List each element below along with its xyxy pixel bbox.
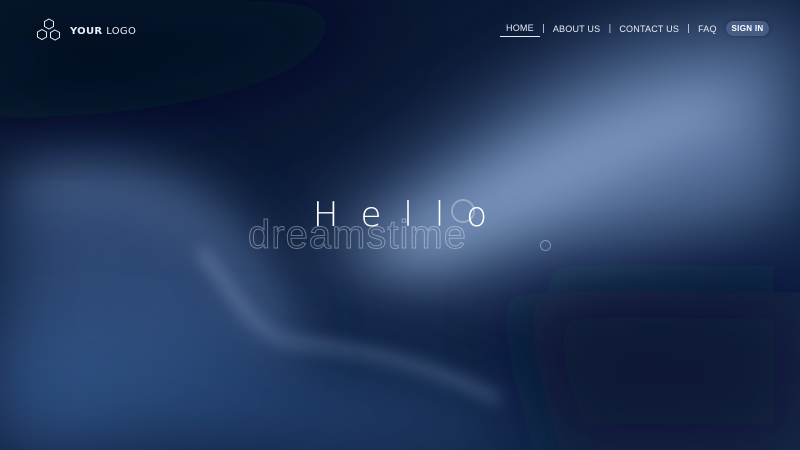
nav-separator: | bbox=[687, 24, 691, 34]
nav-separator: | bbox=[541, 24, 545, 34]
hero-title: Hello bbox=[312, 195, 510, 235]
nav-home-link[interactable]: HOME bbox=[500, 21, 540, 37]
nav-faq-link[interactable]: FAQ bbox=[692, 22, 723, 36]
registered-mark-icon bbox=[540, 240, 551, 251]
nav-contact-link[interactable]: CONTACT US bbox=[613, 22, 685, 36]
nav-separator: | bbox=[608, 24, 612, 34]
logo-text-light: LOGO bbox=[106, 25, 137, 37]
hexagon-logo-icon bbox=[37, 18, 60, 41]
logo-text: YOUR LOGO bbox=[70, 26, 136, 37]
logo-text-bold: YOUR bbox=[70, 25, 103, 37]
sign-in-button[interactable]: SIGN IN bbox=[726, 21, 769, 36]
nav-about-link[interactable]: ABOUT US bbox=[547, 22, 606, 36]
main-nav: HOME | ABOUT US | CONTACT US | FAQ bbox=[500, 19, 723, 39]
site-header: YOUR LOGO HOME | ABOUT US | CONTACT US |… bbox=[0, 0, 800, 58]
logo[interactable]: YOUR LOGO bbox=[34, 17, 136, 45]
